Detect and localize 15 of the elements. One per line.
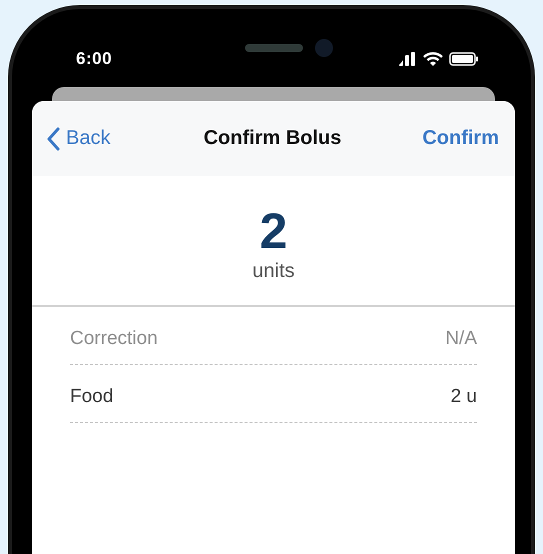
- bolus-unit: units: [252, 260, 295, 283]
- camera-icon: [315, 39, 333, 57]
- screen-title: Confirm Bolus: [204, 127, 342, 150]
- wifi-icon: [423, 52, 443, 66]
- battery-icon: [449, 52, 479, 66]
- row-value: N/A: [445, 328, 477, 350]
- chevron-left-icon: [46, 126, 60, 150]
- bolus-amount: 2: [260, 206, 288, 256]
- row-value: 2 u: [450, 386, 477, 408]
- confirm-button[interactable]: Confirm: [418, 123, 503, 154]
- speaker-icon: [245, 44, 303, 52]
- status-time: 6:00: [76, 49, 112, 70]
- row-label: Correction: [70, 328, 158, 350]
- row-label: Food: [70, 386, 114, 408]
- back-button[interactable]: Back: [42, 122, 114, 154]
